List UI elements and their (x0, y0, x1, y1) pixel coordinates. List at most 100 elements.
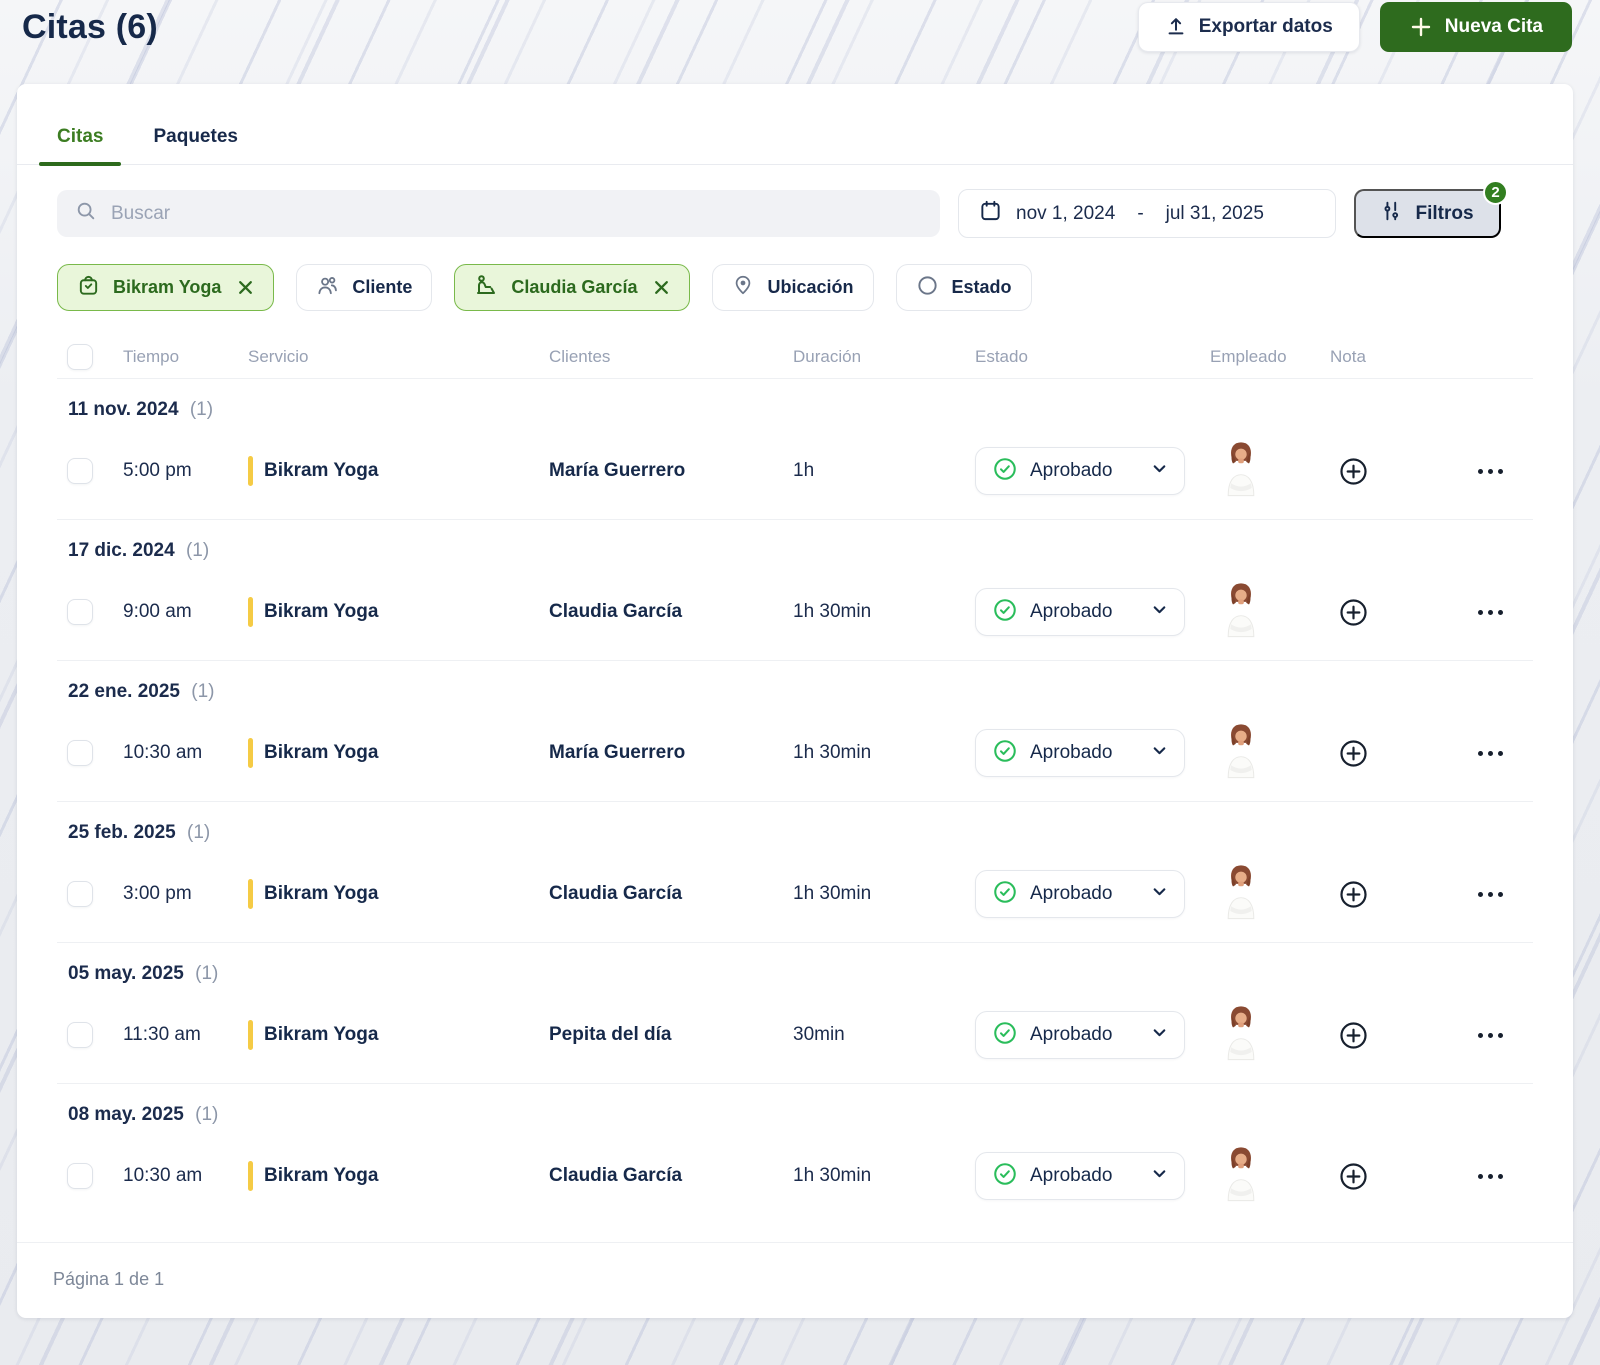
col-header-servicio: Servicio (248, 346, 309, 366)
appointment-row: 5:00 pm Bikram Yoga María Guerrero 1h Ap… (57, 423, 1533, 519)
appointment-client: María Guerrero (549, 742, 686, 763)
service-color-bar (248, 1161, 253, 1191)
appointment-time: 3:00 pm (123, 883, 192, 904)
status-dropdown[interactable]: Aprobado (975, 729, 1185, 777)
add-note-button[interactable] (1334, 1016, 1373, 1055)
ellipsis-icon (1478, 1032, 1503, 1038)
chevron-down-icon (1151, 1024, 1168, 1046)
appointment-client: Pepita del día (549, 1024, 672, 1045)
chip-service-bikram-yoga[interactable]: Bikram Yoga (57, 264, 275, 311)
more-options-button[interactable] (1474, 747, 1507, 760)
status-label: Aprobado (1030, 1165, 1113, 1186)
appointment-duration: 1h 30min (793, 742, 872, 763)
export-data-label: Exportar datos (1198, 16, 1333, 37)
search-input[interactable] (111, 202, 922, 225)
chip-ubicacion[interactable]: Ubicación (712, 264, 874, 311)
chip-label: Bikram Yoga (113, 277, 222, 297)
check-circle-icon (992, 879, 1018, 910)
status-dropdown[interactable]: Aprobado (975, 588, 1185, 636)
status-label: Aprobado (1030, 601, 1113, 622)
employee-avatar[interactable] (1222, 723, 1260, 784)
service-bag-icon (77, 274, 100, 302)
status-circle-icon (916, 274, 939, 302)
group-date: 22 ene. 2025 (68, 681, 180, 702)
filters-count-badge: 2 (1483, 180, 1508, 205)
more-options-button[interactable] (1474, 465, 1507, 478)
group-count: (1) (195, 963, 219, 984)
search-box[interactable] (57, 190, 940, 237)
plus-icon (1409, 15, 1433, 39)
row-checkbox[interactable] (67, 458, 93, 484)
status-dropdown[interactable]: Aprobado (975, 1152, 1185, 1200)
appointment-groups: 11 nov. 2024 (1) 5:00 pm Bikram Yoga Mar… (57, 379, 1533, 1224)
appointment-time: 5:00 pm (123, 460, 192, 481)
employee-avatar[interactable] (1222, 1005, 1260, 1066)
check-circle-icon (992, 1161, 1018, 1192)
new-appointment-label: Nueva Cita (1444, 16, 1543, 37)
new-appointment-button[interactable]: Nueva Cita (1379, 2, 1572, 52)
sliders-icon (1381, 200, 1403, 228)
date-end: jul 31, 2025 (1165, 202, 1264, 224)
more-options-button[interactable] (1474, 1170, 1507, 1183)
add-note-button[interactable] (1334, 1157, 1373, 1196)
chip-cliente[interactable]: Cliente (296, 264, 433, 311)
date-range-picker[interactable]: nov 1, 2024 - jul 31, 2025 (958, 189, 1336, 238)
more-options-button[interactable] (1474, 606, 1507, 619)
appointment-duration: 1h 30min (793, 601, 872, 622)
card-footer: Página 1 de 1 (17, 1242, 1573, 1318)
add-note-button[interactable] (1334, 875, 1373, 914)
employee-avatar[interactable] (1222, 1146, 1260, 1207)
appointment-service: Bikram Yoga (248, 1020, 549, 1050)
check-circle-icon (992, 456, 1018, 487)
status-dropdown[interactable]: Aprobado (975, 1011, 1185, 1059)
row-checkbox[interactable] (67, 740, 93, 766)
export-data-button[interactable]: Exportar datos (1137, 2, 1360, 52)
col-header-tiempo: Tiempo (123, 346, 180, 366)
add-note-button[interactable] (1334, 734, 1373, 773)
page-header: Citas (6) Exportar datos Nueva Cita (0, 0, 1600, 84)
chip-estado[interactable]: Estado (895, 264, 1032, 311)
location-pin-icon (732, 274, 754, 301)
chevron-down-icon (1151, 883, 1168, 905)
more-options-button[interactable] (1474, 888, 1507, 901)
status-label: Aprobado (1030, 742, 1113, 763)
chip-client-claudia-garcia[interactable]: Claudia García (454, 264, 691, 311)
tab-citas[interactable]: Citas (39, 118, 122, 166)
chip-label: Estado (951, 277, 1012, 297)
appointment-duration: 1h 30min (793, 1165, 872, 1186)
more-options-button[interactable] (1474, 1029, 1507, 1042)
search-icon (75, 200, 97, 227)
row-checkbox[interactable] (67, 599, 93, 625)
remove-filter-icon[interactable] (653, 279, 670, 296)
group-date: 25 feb. 2025 (68, 822, 176, 843)
service-color-bar (248, 879, 253, 909)
appointment-duration: 1h (793, 460, 815, 481)
tab-paquetes[interactable]: Paquetes (135, 118, 255, 164)
header-actions: Exportar datos Nueva Cita (1137, 2, 1572, 52)
row-checkbox[interactable] (67, 881, 93, 907)
employee-avatar[interactable] (1222, 582, 1260, 643)
row-checkbox[interactable] (67, 1022, 93, 1048)
chip-label: Claudia García (511, 277, 638, 297)
appointment-group: 08 may. 2025 (1) 10:30 am Bikram Yoga Cl… (57, 1084, 1533, 1224)
filters-label: Filtros (1415, 202, 1474, 224)
group-count: (1) (187, 822, 211, 843)
remove-filter-icon[interactable] (237, 279, 254, 296)
status-dropdown[interactable]: Aprobado (975, 870, 1185, 918)
col-header-empleado: Empleado (1210, 346, 1287, 366)
service-name: Bikram Yoga (264, 1165, 379, 1186)
add-note-button[interactable] (1334, 452, 1373, 491)
appointment-duration: 30min (793, 1024, 845, 1045)
filters-button[interactable]: Filtros 2 (1354, 180, 1508, 238)
appointment-row: 10:30 am Bikram Yoga María Guerrero 1h 3… (57, 705, 1533, 801)
chevron-down-icon (1151, 460, 1168, 482)
appointment-time: 11:30 am (123, 1024, 201, 1045)
add-note-button[interactable] (1334, 593, 1373, 632)
row-checkbox[interactable] (67, 1163, 93, 1189)
status-dropdown[interactable]: Aprobado (975, 447, 1185, 495)
employee-avatar[interactable] (1222, 441, 1260, 502)
service-name: Bikram Yoga (264, 601, 379, 622)
employee-avatar[interactable] (1222, 864, 1260, 925)
group-date: 05 may. 2025 (68, 963, 184, 984)
select-all-checkbox[interactable] (67, 343, 93, 370)
